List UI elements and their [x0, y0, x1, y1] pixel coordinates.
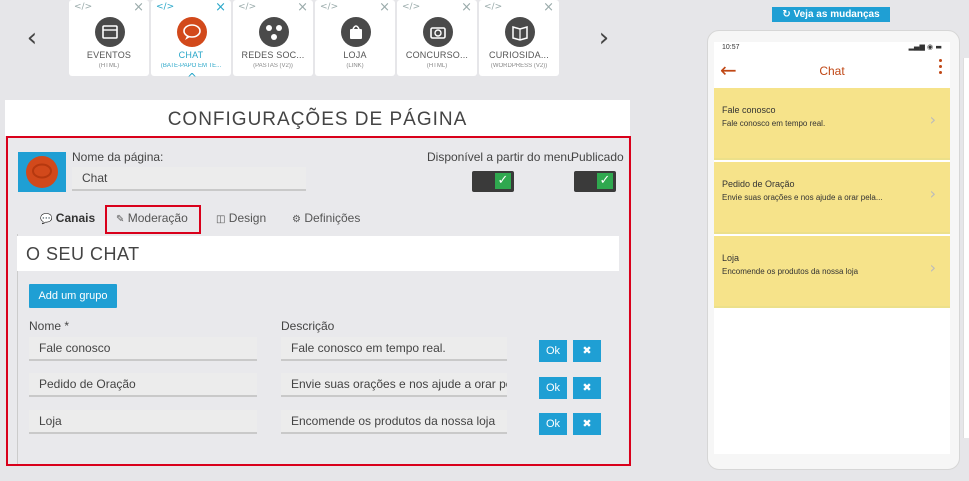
- remove-icon[interactable]: ×: [379, 0, 390, 15]
- see-changes-label: Veja as mudanças: [793, 9, 880, 20]
- code-icon[interactable]: </>: [484, 2, 502, 12]
- card-subtitle: (WORDPRESS (V2)): [490, 63, 548, 69]
- code-icon[interactable]: </>: [74, 2, 92, 12]
- page-title: CONFIGURAÇÕES DE PÁGINA: [167, 109, 468, 130]
- chevron-right-icon: ›: [929, 110, 936, 129]
- more-menu-icon[interactable]: [939, 59, 943, 77]
- preview-chat-item[interactable]: Pedido de Oração Envie suas orações e no…: [714, 162, 950, 234]
- refresh-icon: ↻: [782, 9, 791, 20]
- card-subtitle: (HTML): [426, 63, 448, 69]
- selected-indicator-icon: ^: [186, 71, 198, 85]
- card-subtitle: (BATE-PAPO EM TE...: [160, 63, 222, 69]
- page-card-loja[interactable]: </> × LOJA (LINK): [315, 0, 395, 76]
- card-title: REDES SOC...: [241, 50, 305, 60]
- app-bar: ← Chat: [714, 54, 950, 88]
- social-network-icon: [259, 17, 289, 47]
- page-card-curiosidades[interactable]: </> × CURIOSIDA... (WORDPRESS (V2)): [479, 0, 559, 76]
- camera-icon: [423, 17, 453, 47]
- config-title-bar: CONFIGURAÇÕES DE PÁGINA: [5, 100, 630, 136]
- card-title: CURIOSIDA...: [489, 50, 549, 60]
- remove-icon[interactable]: ×: [215, 0, 226, 15]
- card-title: CHAT: [178, 50, 204, 60]
- status-icons: ▂▄▆ ◉ ▬: [908, 43, 942, 51]
- preview-item-name: Loja: [722, 253, 740, 263]
- page-card-redes-sociais[interactable]: </> × REDES SOC... (PASTAS (V2)): [233, 0, 313, 76]
- remove-icon[interactable]: ×: [133, 0, 144, 15]
- remove-icon[interactable]: ×: [543, 0, 554, 15]
- preview-item-name: Pedido de Oração: [722, 179, 795, 189]
- config-highlight-frame: [6, 136, 631, 466]
- preview-item-desc: Encomende os produtos da nossa loja: [722, 267, 859, 276]
- remove-icon[interactable]: ×: [461, 0, 472, 15]
- carousel-next-button[interactable]: ›: [594, 25, 614, 52]
- code-icon[interactable]: </>: [402, 2, 420, 12]
- preview-chat-item[interactable]: Fale conosco Fale conosco em tempo real.…: [714, 88, 950, 160]
- chat-bubble-icon: [177, 17, 207, 47]
- page-card-chat[interactable]: </> × CHAT (BATE-PAPO EM TE...: [151, 0, 231, 76]
- preview-item-name: Fale conosco: [722, 105, 776, 115]
- preview-item-desc: Fale conosco em tempo real.: [722, 119, 826, 128]
- card-title: CONCURSO...: [405, 50, 469, 60]
- preview-chat-item[interactable]: Loja Encomende os produtos da nossa loja…: [714, 236, 950, 308]
- card-subtitle: (HTML): [98, 63, 120, 69]
- book-icon: [505, 17, 535, 47]
- carousel-prev-button[interactable]: ‹: [22, 25, 42, 52]
- chevron-right-icon: ›: [929, 258, 936, 277]
- code-icon[interactable]: </>: [238, 2, 256, 12]
- shopping-bag-icon: [341, 17, 371, 47]
- side-panel-edge: [963, 58, 969, 438]
- page-card-eventos[interactable]: </> × EVENTOS (HTML): [69, 0, 149, 76]
- phone-screen: 10:57 ▂▄▆ ◉ ▬ ← Chat Fale conosco Fale c…: [714, 42, 950, 454]
- card-title: LOJA: [343, 50, 367, 60]
- chevron-right-icon: ›: [929, 184, 936, 203]
- code-icon[interactable]: </>: [320, 2, 338, 12]
- see-changes-button[interactable]: ↻ Veja as mudanças: [772, 7, 890, 22]
- status-time: 10:57: [722, 44, 740, 51]
- preview-item-desc: Envie suas orações e nos ajude a orar pe…: [722, 193, 883, 202]
- card-subtitle: (LINK): [346, 63, 364, 69]
- card-title: EVENTOS: [86, 50, 132, 60]
- page-card-concurso[interactable]: </> × CONCURSO... (HTML): [397, 0, 477, 76]
- code-icon[interactable]: </>: [156, 2, 174, 12]
- remove-icon[interactable]: ×: [297, 0, 308, 15]
- calendar-icon: [95, 17, 125, 47]
- app-title: Chat: [819, 64, 845, 78]
- card-subtitle: (PASTAS (V2)): [253, 63, 293, 69]
